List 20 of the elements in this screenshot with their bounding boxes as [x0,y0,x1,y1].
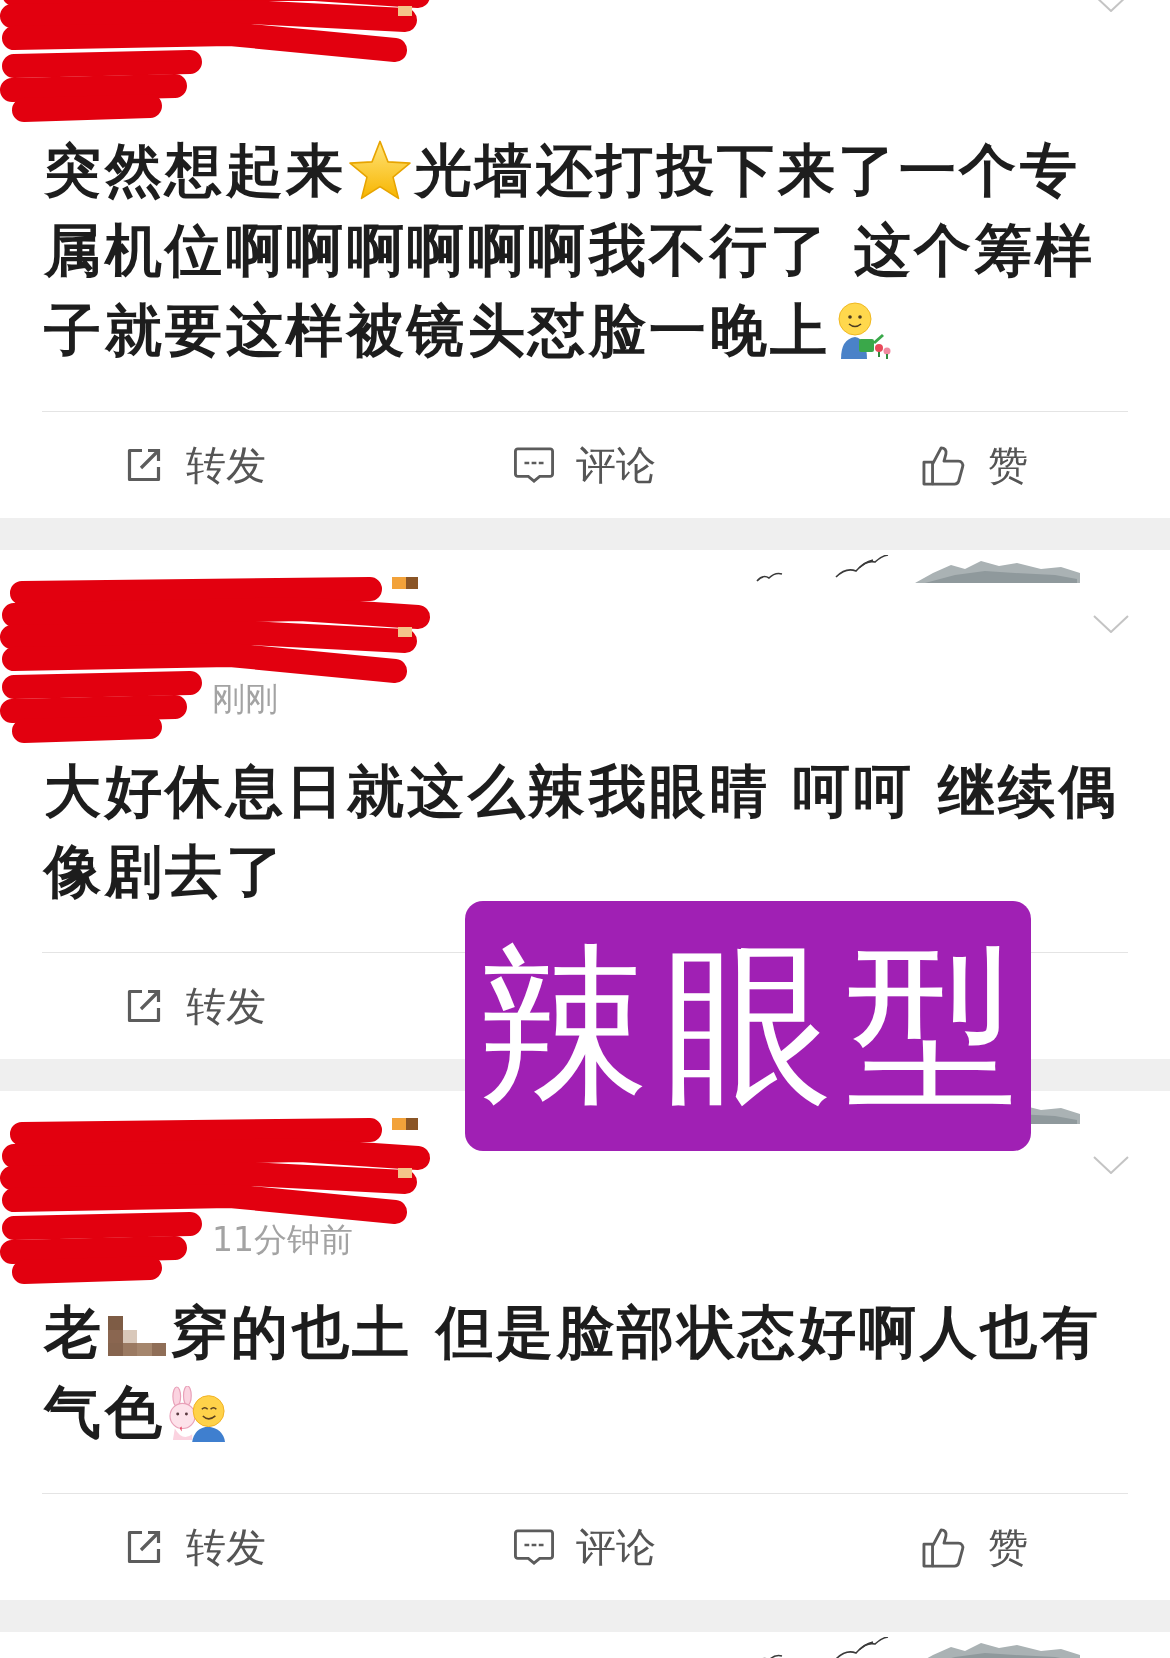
post-time: 11分钟前 [212,1220,353,1260]
post-text: 突然想起来 光墙还打投下来了一个专属机位啊啊啊啊啊啊我不行了 这个筹样子就要这样被镜头怼脸一晚上 [44,136,1097,365]
pixelated-mosaic-icon [107,1316,166,1356]
comment-icon [514,1527,554,1567]
comment-button[interactable]: 评论 [514,437,656,493]
chevron-down-icon[interactable] [1093,615,1129,633]
star-icon [348,140,411,200]
repost-button[interactable]: 转发 [124,1519,266,1575]
sticker-label: 辣眼型 [465,901,1031,1151]
like-button[interactable]: 赞 [922,1519,1028,1575]
comment-button[interactable]: 评论 [514,1519,656,1575]
repost-button[interactable]: 转发 [124,437,266,493]
thumbs-up-icon [922,1526,966,1568]
post-time: 刚刚 [212,679,278,719]
like-button[interactable]: 赞 [922,437,1028,493]
repost-button[interactable]: 转发 [124,978,266,1034]
post-text: 老 穿的也土 但是脸部状态好啊人也有气色 [44,1298,1103,1447]
thumbs-up-icon [922,444,966,486]
chevron-down-icon[interactable] [1093,1156,1129,1174]
comment-icon [514,445,554,485]
